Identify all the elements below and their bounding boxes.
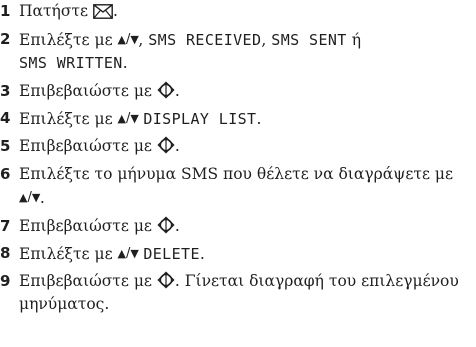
up-down-arrows-icon: ▲/▼ bbox=[19, 190, 40, 205]
step-number: 2 bbox=[0, 30, 11, 48]
menu-option: SMS RECEIVED bbox=[148, 31, 262, 49]
up-down-arrows-icon: ▲/▼ bbox=[117, 111, 139, 126]
step-text: Επιλέξτε το μήνυμα SMS που θέλετε να δια… bbox=[19, 165, 454, 183]
menu-option: SMS SENT bbox=[271, 31, 347, 49]
menu-option: DELETE bbox=[143, 245, 200, 263]
step-number: 9 bbox=[0, 272, 11, 290]
ok-key-icon bbox=[157, 136, 175, 154]
step-text: Πατήστε bbox=[19, 2, 89, 20]
step-number: 8 bbox=[0, 244, 11, 262]
step-text: Επιβεβαιώστε με bbox=[19, 217, 152, 235]
step-text: Επιλέξτε με bbox=[19, 245, 113, 263]
step-text: Επιλέξτε με bbox=[19, 31, 113, 49]
up-down-arrows-icon: ▲/▼ bbox=[117, 246, 139, 261]
envelope-icon bbox=[93, 4, 113, 19]
instruction-page: 1 Πατήστε . 2 Επιλέξτε με ▲/▼, SMS RECEI… bbox=[0, 2, 459, 313]
ok-key-icon bbox=[157, 81, 175, 99]
menu-option: SMS WRITTEN bbox=[19, 54, 123, 72]
step-number: 3 bbox=[0, 82, 11, 100]
menu-option: DISPLAY LIST bbox=[143, 110, 257, 128]
ok-key-icon bbox=[157, 216, 175, 234]
step-text: Επιλέξτε με bbox=[19, 110, 113, 128]
up-down-arrows-icon: ▲/▼ bbox=[117, 32, 139, 47]
step-number: 6 bbox=[0, 165, 11, 183]
step-text: Επιβεβαιώστε με bbox=[19, 137, 152, 155]
step-number: 4 bbox=[0, 109, 11, 127]
ok-key-icon bbox=[157, 271, 175, 289]
step-number: 7 bbox=[0, 217, 11, 235]
step-text: Επιβεβαιώστε με bbox=[19, 82, 152, 100]
step-number: 1 bbox=[0, 2, 11, 20]
step-number: 5 bbox=[0, 137, 11, 155]
step-text: Επιβεβαιώστε με bbox=[19, 272, 152, 290]
